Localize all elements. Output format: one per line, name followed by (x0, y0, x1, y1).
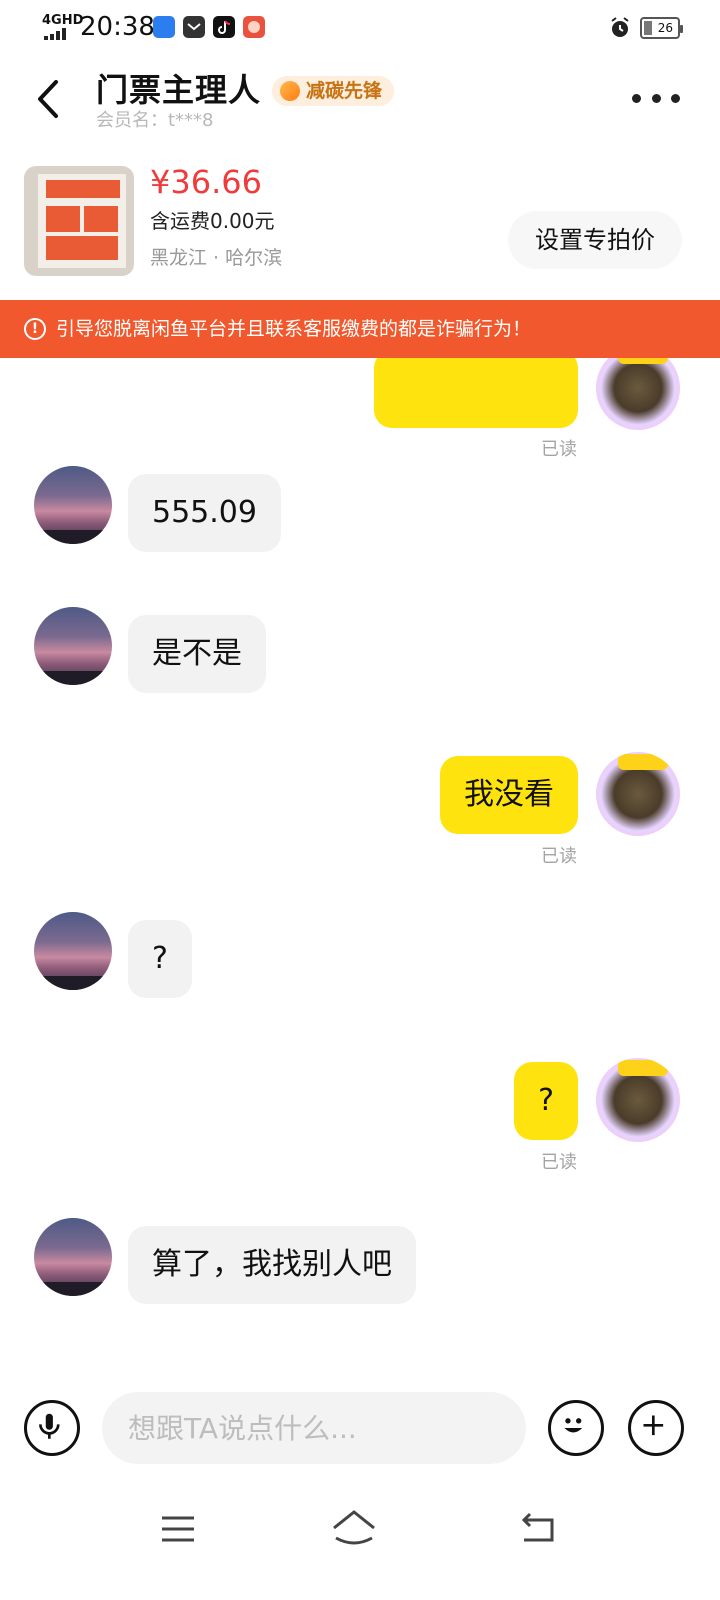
home-icon[interactable] (330, 1508, 378, 1548)
alert-circle-icon: ! (24, 318, 46, 340)
plus-icon[interactable] (628, 1400, 684, 1456)
message-bubble-outgoing[interactable] (374, 350, 578, 428)
badge-label: 减碳先锋 (306, 80, 383, 102)
taobao-live-icon (153, 16, 175, 38)
system-nav-bar (0, 1486, 720, 1600)
signal-icon (44, 28, 66, 40)
message-bubble-incoming[interactable]: 算了，我找别人吧 (128, 1226, 416, 1304)
battery-level: 26 (657, 21, 673, 35)
input-bar (0, 1370, 720, 1486)
message-bubble-incoming[interactable]: 555.09 (128, 474, 281, 552)
battery-icon: 26 (640, 17, 683, 39)
message-input[interactable] (102, 1392, 526, 1464)
read-receipt: 已读 (541, 439, 577, 460)
item-location: 黑龙江 · 哈尔滨 (150, 247, 283, 269)
my-avatar[interactable] (596, 1058, 680, 1142)
fraud-warning-banner: ! 引导您脱离闲鱼平台并且联系客服缴费的都是诈骗行为！ (0, 300, 720, 358)
back-button[interactable] (30, 76, 70, 122)
my-avatar[interactable] (596, 346, 680, 430)
item-thumbnail[interactable] (24, 166, 134, 276)
my-avatar[interactable] (596, 752, 680, 836)
more-options-button[interactable] (632, 86, 680, 110)
leaf-icon (280, 81, 300, 101)
pinduoduo-icon (243, 16, 265, 38)
network-type: 4GHD (42, 13, 84, 28)
back-icon[interactable] (518, 1512, 558, 1546)
carbon-badge[interactable]: 减碳先锋 (272, 76, 395, 106)
message-bubble-incoming[interactable]: ? (128, 920, 192, 998)
contact-avatar[interactable] (34, 466, 112, 544)
message-bubble-outgoing[interactable]: ? (514, 1062, 578, 1140)
item-shipping: 含运费0.00元 (150, 209, 275, 233)
member-name: 会员名：t***8 (96, 110, 214, 131)
emoji-icon[interactable] (548, 1400, 604, 1456)
more-dot (671, 93, 680, 103)
message-bubble-outgoing[interactable]: 我没看 (440, 756, 578, 834)
more-dot (651, 93, 661, 103)
contact-avatar[interactable] (34, 912, 112, 990)
microphone-icon[interactable] (24, 1400, 80, 1456)
chat-messages[interactable]: 已读 555.09 是不是 我没看 已读 ? ? 已读 算了，我找别人吧 (0, 280, 720, 1370)
set-special-price-button[interactable]: 设置专拍价 (508, 211, 682, 269)
alarm-icon (611, 17, 629, 37)
contact-avatar[interactable] (34, 1218, 112, 1296)
seller-name: 门票主理人 (96, 71, 262, 109)
warning-text: 引导您脱离闲鱼平台并且联系客服缴费的都是诈骗行为！ (56, 318, 532, 340)
message-bubble-incoming[interactable]: 是不是 (128, 615, 266, 693)
mail-icon (183, 16, 205, 38)
more-dots-icon (632, 93, 641, 103)
contact-avatar[interactable] (34, 607, 112, 685)
read-receipt: 已读 (541, 846, 577, 867)
chat-screen: 4GHD 20:38 26 门票主理人 减碳先锋 会员名：t***8 ¥36.6… (0, 0, 720, 1600)
read-receipt: 已读 (541, 1152, 577, 1173)
item-price: ¥36.66 (150, 163, 262, 201)
clock: 20:38 (80, 12, 155, 42)
menu-icon[interactable] (160, 1514, 196, 1544)
tiktok-icon (213, 16, 235, 38)
status-bar: 4GHD 20:38 26 (0, 0, 720, 56)
